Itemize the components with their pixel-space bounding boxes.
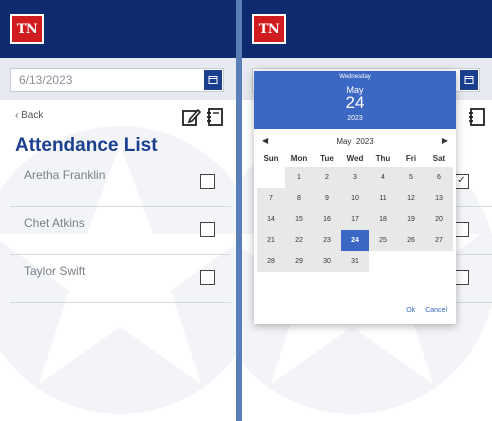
page-title: Attendance List (15, 135, 158, 156)
day-cell[interactable]: 4 (369, 167, 397, 188)
list-icon[interactable] (468, 107, 486, 127)
list-icon[interactable] (206, 107, 224, 127)
selected-date-header: Wednesday May 24 2023 (254, 71, 456, 129)
day-cell[interactable]: 5 (397, 167, 425, 188)
weekday-label: Fri (405, 154, 417, 163)
weekday-label: Mon (290, 154, 308, 163)
weekday-label: Thu (375, 154, 391, 163)
day-cell[interactable]: 10 (341, 188, 369, 209)
attendee-row: Chet Atkins (10, 206, 231, 255)
day-cell[interactable]: 25 (369, 230, 397, 251)
next-month-icon[interactable]: ▶ (442, 136, 448, 145)
calendar-button[interactable] (204, 70, 222, 90)
day-cell[interactable]: 15 (285, 209, 313, 230)
tn-logo: TN (252, 14, 286, 44)
day-cell[interactable]: 6 (425, 167, 453, 188)
attendance-screen: TN 6/13/2023 ‹ Back Attendance List Aret… (0, 0, 236, 421)
day-cell[interactable]: 9 (313, 188, 341, 209)
weekday-label: Sun (263, 154, 279, 163)
empty-day-cell (257, 167, 285, 188)
date-picker-screen: TN ✓ Wednesday May 24 2023 ◀ May 2023 ▶ … (242, 0, 492, 421)
selected-day-cell[interactable]: 24 (341, 230, 369, 251)
attendee-name: Chet Atkins (24, 216, 85, 230)
day-cell[interactable]: 30 (313, 251, 341, 272)
day-cell[interactable]: 18 (369, 209, 397, 230)
selected-weekday: Wednesday (339, 74, 371, 80)
weekday-header: Sun Mon Tue Wed Thu Fri Sat (257, 154, 453, 167)
day-cell[interactable]: 3 (341, 167, 369, 188)
attendee-row: Aretha Franklin (10, 158, 231, 207)
date-picker-popup: Wednesday May 24 2023 ◀ May 2023 ▶ Sun Mo… (254, 71, 456, 324)
month-nav: ◀ May 2023 ▶ (254, 133, 456, 151)
chevron-left-icon: ‹ (15, 110, 19, 121)
day-cell[interactable]: 27 (425, 230, 453, 251)
day-cell[interactable]: 21 (257, 230, 285, 251)
attendance-checkbox[interactable] (200, 270, 215, 285)
attendance-checkbox[interactable] (200, 222, 215, 237)
date-bar: 6/13/2023 (0, 58, 236, 100)
attendee-name: Taylor Swift (24, 264, 86, 278)
day-cell[interactable]: 1 (285, 167, 313, 188)
day-cell[interactable]: 8 (285, 188, 313, 209)
back-label: Back (21, 110, 44, 121)
day-cell[interactable]: 20 (425, 209, 453, 230)
day-cell[interactable]: 31 (341, 251, 369, 272)
attendee-name: Aretha Franklin (24, 168, 106, 182)
ok-button[interactable]: Ok (406, 307, 415, 314)
day-cell[interactable]: 19 (397, 209, 425, 230)
attendance-checkbox[interactable] (454, 222, 469, 237)
edit-icon[interactable] (181, 107, 201, 127)
month-year-label: May 2023 (336, 137, 374, 146)
date-value: 6/13/2023 (19, 73, 73, 87)
back-link[interactable]: ‹ Back (15, 110, 43, 121)
day-cell[interactable]: 22 (285, 230, 313, 251)
day-cells: 1 2 3 4 5 6 7 8 9 10 11 12 13 14 15 16 17 18 19 20 21 22 23 24 2… (257, 167, 453, 272)
calendar-button[interactable] (460, 70, 478, 90)
selected-year: 2023 (347, 115, 363, 122)
day-cell[interactable]: 13 (425, 188, 453, 209)
day-cell[interactable]: 12 (397, 188, 425, 209)
calendar-icon (464, 76, 474, 84)
tn-logo: TN (10, 14, 44, 44)
day-cell[interactable]: 26 (397, 230, 425, 251)
weekday-label: Tue (320, 154, 334, 163)
day-cell[interactable]: 14 (257, 209, 285, 230)
day-cell[interactable]: 17 (341, 209, 369, 230)
day-cell[interactable]: 7 (257, 188, 285, 209)
date-input[interactable]: 6/13/2023 (10, 68, 224, 92)
attendance-checkbox[interactable] (454, 270, 469, 285)
attendance-checkbox[interactable]: ✓ (454, 174, 469, 189)
picker-actions: Ok Cancel (398, 307, 447, 314)
day-cell[interactable]: 23 (313, 230, 341, 251)
day-cell[interactable]: 29 (285, 251, 313, 272)
calendar-icon (208, 76, 218, 84)
app-header: TN (242, 0, 492, 58)
weekday-label: Sat (432, 154, 446, 163)
day-cell[interactable]: 2 (313, 167, 341, 188)
attendee-row: Taylor Swift (10, 254, 231, 303)
day-cell[interactable]: 16 (313, 209, 341, 230)
weekday-label: Wed (346, 154, 364, 163)
cancel-button[interactable]: Cancel (425, 307, 447, 314)
app-header: TN (0, 0, 236, 58)
calendar-grid: Sun Mon Tue Wed Thu Fri Sat 1 2 3 4 5 6 7 8 9 10 11 12 13 1… (257, 154, 453, 272)
day-cell[interactable]: 11 (369, 188, 397, 209)
day-cell[interactable]: 28 (257, 251, 285, 272)
selected-day: 24 (345, 93, 365, 112)
attendance-checkbox[interactable] (200, 174, 215, 189)
